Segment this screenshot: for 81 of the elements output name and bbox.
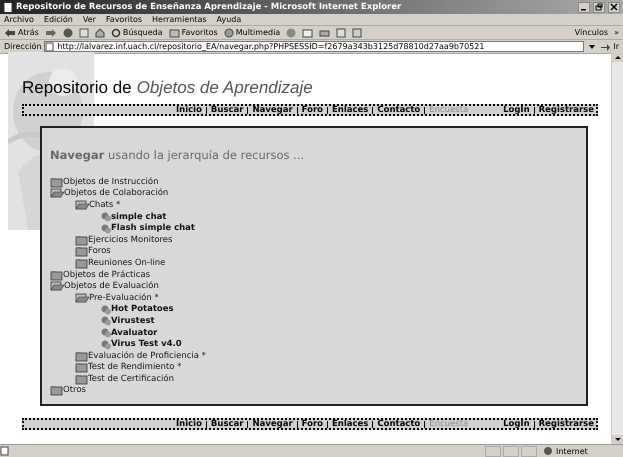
tree-item[interactable]: Avaluator	[100, 326, 578, 338]
gear-icon	[100, 327, 111, 338]
window-title: Repositorio de Recursos de Enseñanza Aprendizaje - Microsoft Internet Explorer	[16, 2, 402, 12]
tree-item[interactable]: Virus Test v4.0	[100, 338, 578, 350]
gear-icon	[100, 222, 111, 234]
tree-item[interactable]: Hot Potatoes	[100, 304, 578, 316]
tree-item[interactable]: Ejercicios Monitores	[75, 234, 578, 246]
gear-icon	[100, 211, 111, 222]
nav-link[interactable]: Buscar	[210, 419, 244, 429]
gear-icon	[100, 338, 111, 350]
nav-link[interactable]: Contacto	[377, 419, 420, 429]
restore-icon	[595, 3, 603, 11]
nav-link[interactable]: Foro	[302, 419, 323, 429]
tree-item[interactable]: Chats *	[75, 199, 578, 211]
browse-heading: Navegar usando la jerarquía de recursos ...	[50, 148, 306, 162]
close-button[interactable]	[608, 2, 620, 12]
nav-link[interactable]: Buscar	[210, 105, 244, 115]
tree-item[interactable]: simple chat	[100, 210, 578, 222]
tree-item[interactable]: Test de Rendimiento *	[75, 362, 578, 374]
account-link[interactable]: Registrarse	[538, 419, 594, 429]
tree-item[interactable]: Objetos de Evaluación	[50, 280, 578, 292]
back-arrow-icon	[4, 28, 16, 38]
open-folder-icon	[75, 198, 89, 211]
address-label: Dirección	[4, 42, 42, 51]
nav-link[interactable]: Inicio	[176, 419, 202, 429]
menu-item[interactable]: Ayuda	[216, 15, 242, 24]
menu-item[interactable]: Edición	[44, 15, 73, 24]
status-panel	[503, 446, 519, 456]
tree-item[interactable]: Otros	[50, 384, 578, 396]
tree-item[interactable]: Evaluación de Proficiencia *	[75, 350, 578, 362]
menu-item[interactable]: Archivo	[4, 15, 34, 24]
status-panel	[485, 446, 501, 456]
status-panel	[521, 446, 537, 456]
account-link[interactable]: LogIn	[503, 105, 530, 115]
open-folder-icon	[50, 280, 64, 292]
page-icon	[3, 2, 13, 12]
tree-item[interactable]: Pre-Evaluación *	[75, 292, 578, 304]
tree-item[interactable]: Objetos de Colaboración	[50, 188, 578, 200]
account-link[interactable]: Registrarse	[538, 105, 594, 115]
back-button[interactable]: Atrás	[4, 28, 39, 38]
nav-link[interactable]: Enlaces	[332, 419, 368, 429]
search-icon	[110, 28, 121, 38]
tree-item[interactable]: Virustest	[100, 315, 578, 327]
menu-item[interactable]: Favoritos	[106, 15, 142, 24]
go-button[interactable]: Ir	[600, 41, 619, 52]
page-icon	[0, 446, 10, 456]
links-label[interactable]: Vínculos	[574, 28, 608, 37]
disc-icon	[224, 28, 234, 38]
gear-icon	[100, 315, 111, 326]
address-field[interactable]: http://lalvarez.inf.uach.cl/repositorio_EA/navegar.php?PHPSESSID=f2679a343b3125d78810d27aa9b70521	[44, 41, 584, 52]
open-folder-icon	[50, 187, 64, 200]
favorites-button[interactable]: Favoritos	[168, 28, 218, 38]
search-button[interactable]: Búsqueda	[110, 28, 163, 38]
menu-item[interactable]: Herramientas	[152, 15, 207, 24]
account-link[interactable]: LogIn	[503, 419, 530, 429]
more-chevron[interactable]: »	[614, 28, 619, 37]
tree-item[interactable]: Flash simple chat	[100, 222, 578, 234]
tree-item[interactable]: Objetos de Instrucción	[50, 176, 578, 188]
media-button[interactable]: Multimedia	[224, 28, 280, 38]
close-icon	[610, 3, 618, 11]
tree-item[interactable]: Objetos de Prácticas	[50, 268, 578, 280]
nav-link[interactable]: Foro	[302, 105, 323, 115]
tree-item[interactable]: Foros	[75, 246, 578, 258]
site-title: Repositorio de	[22, 78, 132, 98]
minimize-button[interactable]	[578, 2, 590, 12]
page-icon	[45, 42, 56, 51]
restore-button[interactable]	[593, 2, 605, 12]
nav-link[interactable]: Enlaces	[332, 105, 368, 115]
nav-link[interactable]: Contacto	[377, 105, 420, 115]
nav-link[interactable]: Navegar	[252, 419, 293, 429]
scrollbar[interactable]	[611, 52, 623, 445]
gear-icon	[100, 304, 111, 315]
menu-item[interactable]: Ver	[82, 15, 96, 24]
tree-item[interactable]: Reuniones On-line	[75, 257, 578, 269]
nav-link[interactable]: Inicio	[176, 105, 202, 115]
forward-arrow-icon	[44, 28, 57, 38]
open-folder-icon	[75, 292, 89, 304]
tree-item[interactable]: Test de Certificación	[75, 373, 578, 385]
nav-link[interactable]: Navegar	[252, 105, 293, 115]
site-title-emphasis: Objetos de Aprendizaje	[136, 78, 313, 98]
zone-label: Internet	[556, 446, 588, 456]
